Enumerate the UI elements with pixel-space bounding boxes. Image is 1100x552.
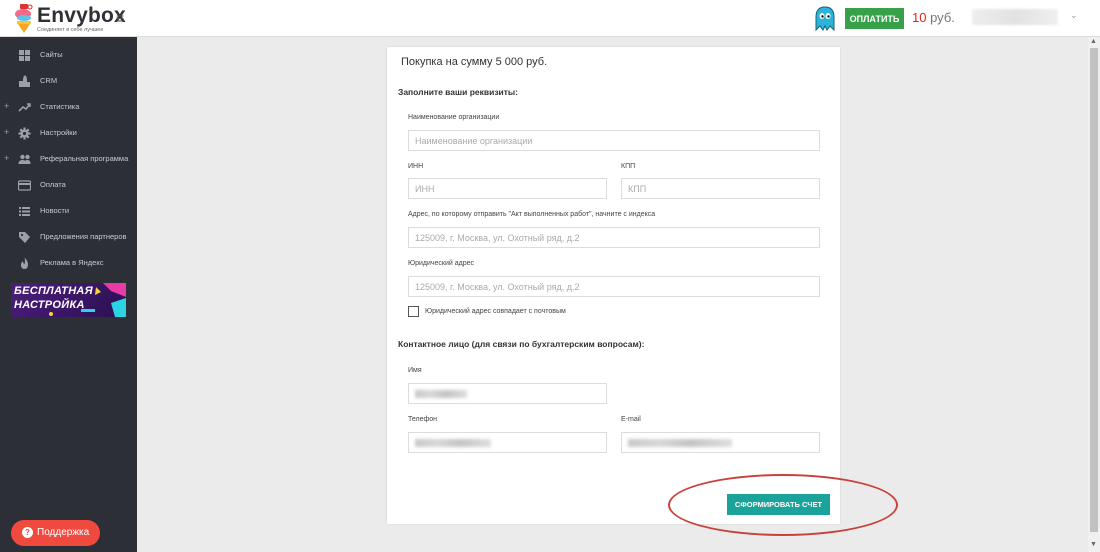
inn-input[interactable] (408, 178, 607, 199)
legal-address-label: Юридический адрес (408, 260, 475, 267)
kpp-label: КПП (621, 163, 636, 170)
pay-button[interactable]: ОПЛАТИТЬ (845, 8, 904, 29)
sidebar-item-label: Новости (40, 206, 70, 215)
balance-value: 10 (912, 10, 927, 25)
same-address-checkbox[interactable] (408, 306, 419, 317)
sidebar-item-news[interactable]: Новости (0, 199, 137, 225)
sidebar-item-label: Статистика (40, 102, 80, 111)
grid-icon (19, 50, 30, 61)
phone-input[interactable] (408, 432, 607, 453)
brand-tagline: Соединяет в себе лучшее (37, 27, 104, 33)
question-icon: ? (22, 527, 33, 538)
postal-address-input[interactable] (408, 227, 820, 248)
sidebar-item-yandex-ads[interactable]: Реклама в Яндекс (0, 251, 137, 277)
sidebar-item-settings[interactable]: + Настройки (0, 121, 137, 147)
sidebar-item-label: Настройки (40, 128, 77, 137)
redacted-name-value (415, 390, 467, 398)
scroll-down-arrow-icon[interactable]: ▼ (1090, 541, 1097, 548)
balance-currency: руб. (930, 10, 955, 25)
phone-label: Телефон (408, 416, 438, 423)
sidebar-item-sites[interactable]: Сайты (0, 43, 137, 69)
credit-card-icon (18, 180, 31, 191)
requisites-heading: Заполните ваши реквизиты: (398, 87, 519, 97)
chevron-down-icon[interactable]: ⌄ (1070, 10, 1078, 21)
email-input[interactable] (621, 432, 820, 453)
sidebar-item-label: CRM (40, 76, 58, 85)
expand-plus-icon[interactable]: + (4, 127, 9, 137)
sidebar-item-label: Оплата (40, 180, 66, 189)
balance-display: 10 руб. (912, 10, 955, 25)
email-label: E-mail (621, 416, 641, 423)
sidebar-item-statistics[interactable]: + Статистика (0, 95, 137, 121)
free-setup-promo-banner[interactable]: БЕСПЛАТНАЯ НАСТРОЙКА (11, 283, 126, 317)
crm-icon (19, 75, 30, 87)
org-name-label: Наименование организации (408, 114, 500, 121)
redacted-email-value (628, 439, 732, 447)
tag-icon (19, 232, 30, 243)
support-label: Поддержка (37, 527, 90, 538)
scroll-up-arrow-icon[interactable]: ▲ (1090, 38, 1097, 45)
invoice-form-card: Покупка на сумму 5 000 руб. Заполните ва… (387, 47, 840, 524)
legal-address-input[interactable] (408, 276, 820, 297)
sidebar: Сайты CRM + Статистика + Настройки + Реф… (0, 37, 137, 552)
sidebar-item-payment[interactable]: Оплата (0, 173, 137, 199)
inn-label: ИНН (408, 163, 424, 170)
expand-plus-icon[interactable]: + (4, 153, 9, 163)
trend-icon (18, 103, 31, 112)
menu-toggle-icon[interactable]: ≡ (116, 10, 124, 26)
sidebar-item-label: Предложения партнеров (40, 232, 127, 241)
users-icon (18, 154, 31, 164)
promo-line-2: НАСТРОЙКА (14, 299, 85, 311)
sidebar-item-label: Реферальная программа (40, 154, 129, 163)
sidebar-item-referral[interactable]: + Реферальная программа (0, 147, 137, 173)
redacted-phone-value (415, 439, 491, 447)
kpp-input[interactable] (621, 178, 820, 199)
promo-line-1: БЕСПЛАТНАЯ (14, 285, 93, 297)
gear-icon (18, 127, 31, 140)
org-name-input[interactable] (408, 130, 820, 151)
scrollbar-thumb[interactable] (1090, 48, 1098, 532)
same-address-label: Юридический адрес совпадает с почтовым (425, 308, 566, 315)
top-bar: Envybox Соединяет в себе лучшее ≡ ОПЛАТИ… (0, 0, 1100, 37)
purchase-title: Покупка на сумму 5 000 руб. (401, 56, 548, 68)
name-label: Имя (408, 367, 422, 374)
list-icon (19, 207, 30, 216)
name-input[interactable] (408, 383, 607, 404)
flame-icon (21, 257, 28, 269)
ghost-mascot-icon[interactable] (814, 5, 836, 31)
generate-invoice-button[interactable]: СФОРМИРОВАТЬ СЧЕТ (727, 494, 830, 515)
support-button[interactable]: ? Поддержка (11, 520, 100, 546)
contact-heading: Контактное лицо (для связи по бухгалтерс… (398, 339, 645, 349)
envybox-logo-icon[interactable] (14, 4, 36, 34)
sidebar-item-label: Сайты (40, 50, 63, 59)
user-account-redacted[interactable] (972, 9, 1058, 25)
sidebar-item-partners[interactable]: Предложения партнеров (0, 225, 137, 251)
expand-plus-icon[interactable]: + (4, 101, 9, 111)
sidebar-item-label: Реклама в Яндекс (40, 258, 104, 267)
sidebar-item-crm[interactable]: CRM (0, 69, 137, 95)
postal-address-label: Адрес, по которому отправить "Акт выполн… (408, 211, 656, 218)
brand-name: Envybox (37, 4, 126, 27)
